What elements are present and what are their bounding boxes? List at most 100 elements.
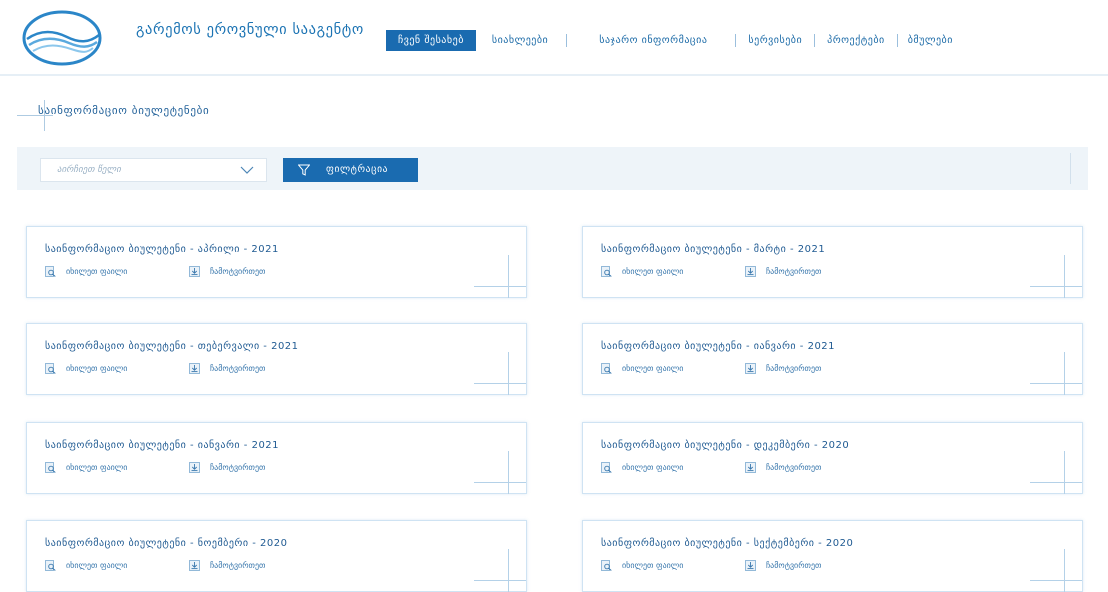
download-link[interactable]: ჩამოტვირთეთ: [189, 461, 265, 473]
bulletin-title[interactable]: საინფორმაციო ბიულეტენი - იანვარი - 2021: [45, 440, 279, 451]
nav-separator: [566, 34, 568, 47]
org-name[interactable]: გარემოს ეროვნული სააგენტო: [136, 21, 366, 39]
nav-about[interactable]: ჩვენ შესახებ: [386, 30, 476, 51]
view-file-link[interactable]: იხილეთ ფაილი: [601, 559, 683, 571]
card-decoration-line: [474, 482, 526, 483]
document-magnifier-icon: [45, 461, 56, 473]
bulletin-title[interactable]: საინფორმაციო ბიულეტენი - თებერვალი - 202…: [45, 341, 299, 352]
card-decoration-line: [508, 255, 509, 298]
view-file-label: იხილეთ ფაილი: [622, 266, 684, 276]
bulletin-card[interactable]: საინფორმაციო ბიულეტენი - დეკემბერი - 202…: [582, 422, 1083, 494]
year-select[interactable]: აირჩიეთ წელი: [40, 158, 267, 182]
nav-separator: [896, 34, 898, 47]
view-file-label: იხილეთ ფაილი: [622, 462, 684, 472]
card-decoration-line: [474, 286, 526, 287]
download-tray-icon: [189, 559, 200, 571]
download-link[interactable]: ჩამოტვირთეთ: [745, 559, 821, 571]
card-decoration-line: [1030, 286, 1082, 287]
year-select-placeholder: აირჩიეთ წელი: [57, 165, 121, 175]
view-file-label: იხილეთ ფაილი: [66, 560, 128, 570]
card-decoration-line: [1064, 352, 1065, 395]
page-title: საინფორმაციო ბიულეტენები: [38, 104, 210, 117]
view-file-link[interactable]: იხილეთ ფაილი: [601, 265, 683, 277]
download-link[interactable]: ჩამოტვირთეთ: [745, 461, 821, 473]
card-decoration-line: [1030, 482, 1082, 483]
card-decoration-line: [1030, 580, 1082, 581]
filter-bar: აირჩიეთ წელი ფილტრაცია: [17, 147, 1088, 190]
download-label: ჩამოტვირთეთ: [210, 266, 266, 276]
funnel-icon: [298, 164, 310, 176]
download-tray-icon: [189, 461, 200, 473]
download-label: ჩამოტვირთეთ: [210, 560, 266, 570]
nav-services[interactable]: სერვისები: [748, 30, 802, 51]
document-magnifier-icon: [601, 265, 612, 277]
card-decoration-line: [474, 580, 526, 581]
view-file-link[interactable]: იხილეთ ფაილი: [45, 265, 127, 277]
download-tray-icon: [189, 265, 200, 277]
document-magnifier-icon: [601, 362, 612, 374]
download-link[interactable]: ჩამოტვირთეთ: [745, 265, 821, 277]
view-file-label: იხილეთ ფაილი: [66, 462, 128, 472]
bulletin-title[interactable]: საინფორმაციო ბიულეტენი - დეკემბერი - 202…: [601, 440, 849, 451]
view-file-label: იხილეთ ფაილი: [622, 560, 684, 570]
card-decoration-line: [508, 451, 509, 494]
download-label: ჩამოტვირთეთ: [766, 462, 822, 472]
document-magnifier-icon: [45, 559, 56, 571]
document-magnifier-icon: [45, 265, 56, 277]
bulletin-card[interactable]: საინფორმაციო ბიულეტენი - ნოემბერი - 2020…: [26, 520, 527, 592]
view-file-link[interactable]: იხილეთ ფაილი: [45, 461, 127, 473]
card-decoration-line: [474, 383, 526, 384]
bulletin-card[interactable]: საინფორმაციო ბიულეტენი - სექტემბერი - 20…: [582, 520, 1083, 592]
nav-links[interactable]: ბმულები: [908, 30, 953, 51]
chevron-down-icon: [240, 166, 254, 174]
download-label: ჩამოტვირთეთ: [210, 363, 266, 373]
bulletin-card[interactable]: საინფორმაციო ბიულეტენი - თებერვალი - 202…: [26, 323, 527, 395]
filter-button-label: ფილტრაცია: [326, 164, 389, 175]
filter-bar-divider: [1070, 153, 1071, 184]
download-label: ჩამოტვირთეთ: [766, 266, 822, 276]
nav-public-info[interactable]: საჯარო ინფორმაცია: [599, 30, 707, 51]
nav-separator: [814, 34, 816, 47]
download-label: ჩამოტვირთეთ: [766, 363, 822, 373]
bulletin-card[interactable]: საინფორმაციო ბიულეტენი - აპრილი - 2021 ი…: [26, 226, 527, 298]
card-decoration-line: [508, 352, 509, 395]
bulletin-title[interactable]: საინფორმაციო ბიულეტენი - იანვარი - 2021: [601, 341, 835, 352]
bulletin-title[interactable]: საინფორმაციო ბიულეტენი - სექტემბერი - 20…: [601, 538, 853, 549]
download-link[interactable]: ჩამოტვირთეთ: [189, 362, 265, 374]
download-label: ჩამოტვირთეთ: [766, 560, 822, 570]
document-magnifier-icon: [601, 461, 612, 473]
main-nav: ჩვენ შესახებ სიახლეები საჯარო ინფორმაცია…: [386, 30, 953, 51]
card-decoration-line: [1030, 383, 1082, 384]
view-file-link[interactable]: იხილეთ ფაილი: [45, 362, 127, 374]
agency-logo-icon[interactable]: [21, 9, 103, 67]
site-header: გარემოს ეროვნული სააგენტო ჩვენ შესახებ ს…: [0, 0, 1108, 76]
download-tray-icon: [745, 265, 756, 277]
filter-button[interactable]: ფილტრაცია: [283, 158, 418, 182]
download-tray-icon: [745, 362, 756, 374]
view-file-label: იხილეთ ფაილი: [622, 363, 684, 373]
download-link[interactable]: ჩამოტვირთეთ: [189, 265, 265, 277]
download-link[interactable]: ჩამოტვირთეთ: [189, 559, 265, 571]
card-decoration-line: [1064, 451, 1065, 494]
view-file-link[interactable]: იხილეთ ფაილი: [601, 362, 683, 374]
bulletin-card[interactable]: საინფორმაციო ბიულეტენი - მარტი - 2021 იხ…: [582, 226, 1083, 298]
bulletin-card[interactable]: საინფორმაციო ბიულეტენი - იანვარი - 2021 …: [582, 323, 1083, 395]
bulletin-title[interactable]: საინფორმაციო ბიულეტენი - მარტი - 2021: [601, 244, 825, 255]
download-tray-icon: [189, 362, 200, 374]
nav-news[interactable]: სიახლეები: [492, 30, 548, 51]
download-link[interactable]: ჩამოტვირთეთ: [745, 362, 821, 374]
card-decoration-line: [1064, 549, 1065, 592]
card-decoration-line: [508, 549, 509, 592]
view-file-link[interactable]: იხილეთ ფაილი: [45, 559, 127, 571]
bulletin-card[interactable]: საინფორმაციო ბიულეტენი - იანვარი - 2021 …: [26, 422, 527, 494]
bulletin-title[interactable]: საინფორმაციო ბიულეტენი - ნოემბერი - 2020: [45, 538, 288, 549]
bulletin-title[interactable]: საინფორმაციო ბიულეტენი - აპრილი - 2021: [45, 244, 279, 255]
nav-projects[interactable]: პროექტები: [827, 30, 885, 51]
view-file-label: იხილეთ ფაილი: [66, 363, 128, 373]
card-decoration-line: [1064, 255, 1065, 298]
download-tray-icon: [745, 559, 756, 571]
download-tray-icon: [745, 461, 756, 473]
document-magnifier-icon: [45, 362, 56, 374]
view-file-link[interactable]: იხილეთ ფაილი: [601, 461, 683, 473]
view-file-label: იხილეთ ფაილი: [66, 266, 128, 276]
